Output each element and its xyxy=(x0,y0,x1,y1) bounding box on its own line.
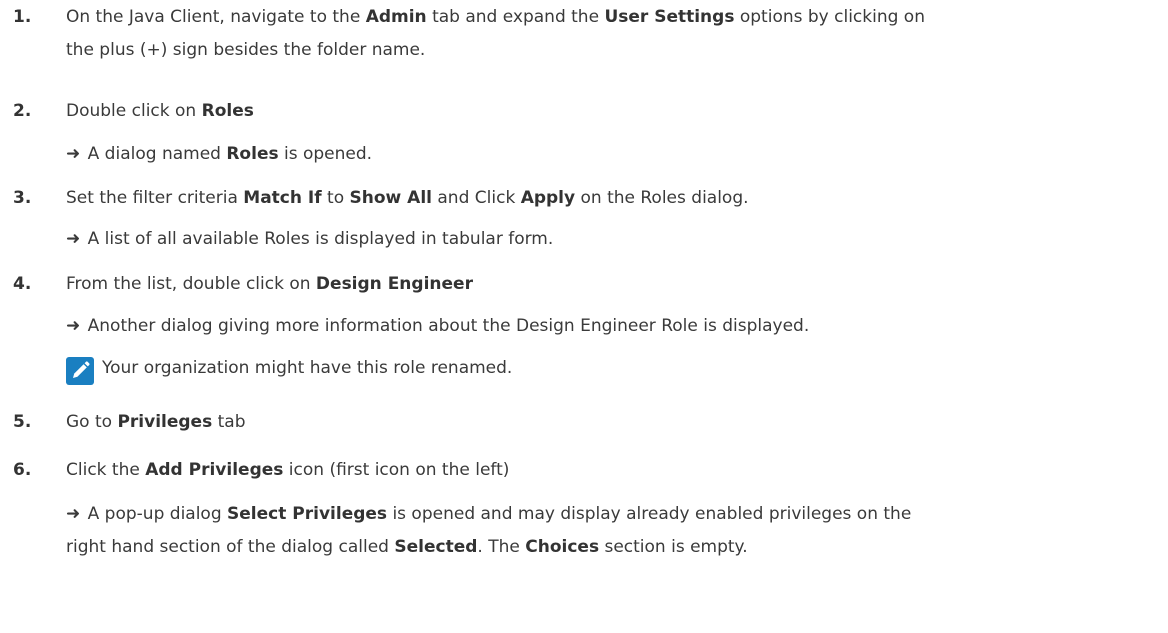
ui-term-add-privileges: Add Privileges xyxy=(145,460,284,480)
ui-term-match-if: Match If xyxy=(243,188,322,208)
text-run: A dialog named xyxy=(82,144,227,164)
step-number: 3. xyxy=(13,188,32,208)
step-line: From the list, double click on Design En… xyxy=(66,270,1156,298)
text-run: on the Roles dialog. xyxy=(575,188,749,208)
text-run: and Click xyxy=(431,188,521,208)
text-run: A pop-up dialog xyxy=(82,504,228,524)
procedure-steps: 1. On the Java Client, navigate to the A… xyxy=(0,0,1168,633)
text-run: section is empty. xyxy=(599,537,748,557)
result-arrow-icon: ➜ xyxy=(66,229,81,249)
text-run: A list of all available Roles is display… xyxy=(82,229,554,249)
result-arrow-icon: ➜ xyxy=(66,316,81,336)
text-run: . The xyxy=(477,537,526,557)
step-number: 4. xyxy=(13,274,32,294)
result-arrow-icon: ➜ xyxy=(66,144,81,164)
note-text: Your organization might have this role r… xyxy=(102,358,513,378)
text-run: tab and expand the xyxy=(426,7,605,27)
ui-term-design-engineer: Design Engineer xyxy=(315,274,473,294)
step-result: ➜ A pop-up dialog Select Privileges is o… xyxy=(66,500,1156,561)
step-line: Set the filter criteria Match If to Show… xyxy=(66,184,1156,212)
pencil-note-icon xyxy=(66,357,94,385)
text-run: On the Java Client, navigate to the xyxy=(66,7,366,27)
ui-term-show-all: Show All xyxy=(349,188,432,208)
step-line: right hand section of the dialog called … xyxy=(66,533,1156,561)
step-instruction: From the list, double click on Design En… xyxy=(66,270,1156,298)
step-result: ➜ A dialog named Roles is opened. xyxy=(66,140,1156,168)
text-run: tab xyxy=(212,412,246,432)
ui-term-selected: Selected xyxy=(394,537,478,557)
step-number: 1. xyxy=(13,7,32,27)
step-line: Double click on Roles xyxy=(66,97,1156,125)
step-instruction: Go to Privileges tab xyxy=(66,408,1156,436)
text-run: to xyxy=(321,188,350,208)
ui-term-user-settings: User Settings xyxy=(604,7,735,27)
step-instruction: Double click on Roles xyxy=(66,97,1156,125)
step-instruction: Set the filter criteria Match If to Show… xyxy=(66,184,1156,212)
step-number: 2. xyxy=(13,101,32,121)
step-line: Click the Add Privileges icon (first ico… xyxy=(66,456,1156,484)
text-run: right hand section of the dialog called xyxy=(66,537,395,557)
text-run: options by clicking on xyxy=(734,7,925,27)
step-line: On the Java Client, navigate to the Admi… xyxy=(66,3,1156,31)
text-run: Click the xyxy=(66,460,146,480)
ui-term-apply: Apply xyxy=(520,188,576,208)
ui-term-privileges: Privileges xyxy=(117,412,213,432)
step-result: ➜ Another dialog giving more information… xyxy=(66,312,1156,340)
text-run: From the list, double click on xyxy=(66,274,316,294)
text-run: icon (first icon on the left) xyxy=(283,460,510,480)
text-run: is opened and may display already enable… xyxy=(387,504,912,524)
result-arrow-icon: ➜ xyxy=(66,504,81,524)
step-line: ➜ A pop-up dialog Select Privileges is o… xyxy=(66,500,1156,528)
step-result: ➜ A list of all available Roles is displ… xyxy=(66,225,1156,253)
text-run: Set the filter criteria xyxy=(66,188,244,208)
step-line: the plus (+) sign besides the folder nam… xyxy=(66,40,426,60)
ui-term-admin: Admin xyxy=(365,7,427,27)
ui-term-select-privileges: Select Privileges xyxy=(227,504,388,524)
step-line: Go to Privileges tab xyxy=(66,408,1156,436)
ui-term-roles: Roles xyxy=(201,101,254,121)
ui-term-choices: Choices xyxy=(525,537,600,557)
text-run: Go to xyxy=(66,412,118,432)
step-number: 6. xyxy=(13,460,32,480)
pencil-icon xyxy=(73,361,90,378)
ui-term-roles: Roles xyxy=(226,144,279,164)
text-run: Double click on xyxy=(66,101,202,121)
text-run: Another dialog giving more information a… xyxy=(82,316,810,336)
text-run: is opened. xyxy=(278,144,373,164)
step-instruction: On the Java Client, navigate to the Admi… xyxy=(66,3,1156,64)
step-instruction: Click the Add Privileges icon (first ico… xyxy=(66,456,1156,484)
step-number: 5. xyxy=(13,412,32,432)
